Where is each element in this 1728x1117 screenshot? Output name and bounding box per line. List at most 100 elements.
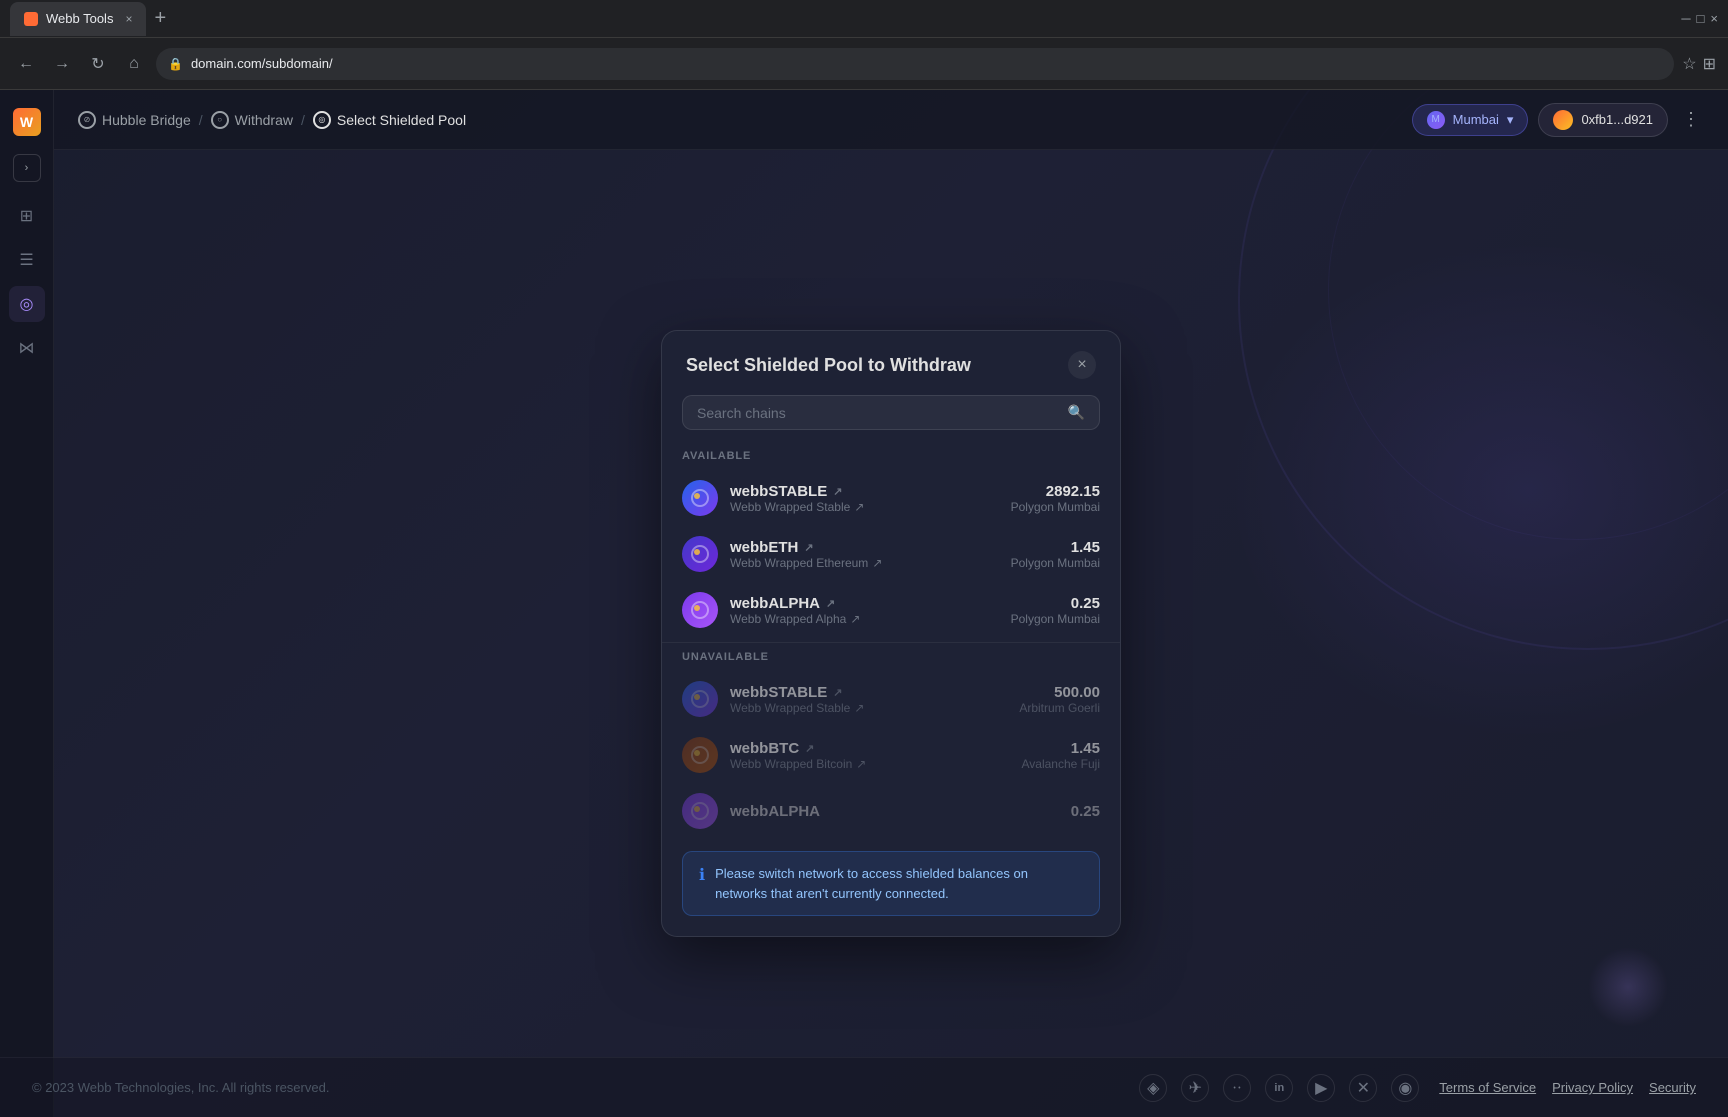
breadcrumb-hubble-bridge[interactable]: ⊘ Hubble Bridge	[78, 111, 191, 129]
tab-close-btn[interactable]: ×	[125, 12, 132, 26]
breadcrumb: ⊘ Hubble Bridge / ○ Withdraw / ◎ Select …	[78, 111, 466, 129]
sidebar: W › ⊞ ☰ ◎ ⋈	[0, 90, 54, 1117]
twitter-icon[interactable]: ✕	[1349, 1074, 1377, 1102]
pool-item-stable-unavailable[interactable]: webbSTABLE ↗ Webb Wrapped Stable ↗ 500.0…	[662, 671, 1120, 727]
info-text: Please switch network to access shielded…	[715, 864, 1083, 903]
breadcrumb-sep-1: /	[199, 112, 203, 128]
window-maximize[interactable]: □	[1697, 11, 1705, 26]
tab-label: Webb Tools	[46, 11, 113, 26]
select-pool-modal: Select Shielded Pool to Withdraw × 🔍 AVA…	[661, 330, 1121, 937]
footer-links: Terms of Service Privacy Policy Security	[1439, 1080, 1696, 1095]
search-box: 🔍	[682, 395, 1100, 430]
sidebar-item-bridge[interactable]: ◎	[9, 286, 45, 322]
active-tab[interactable]: Webb Tools ×	[10, 2, 146, 36]
browser-chrome: Webb Tools × + ─ □ ×	[0, 0, 1728, 38]
new-tab-btn[interactable]: +	[154, 7, 166, 30]
address-bar[interactable]: 🔒 domain.com/subdomain/	[156, 48, 1674, 80]
search-input[interactable]	[697, 405, 1058, 421]
footer-copyright: © 2023 Webb Technologies, Inc. All right…	[32, 1080, 329, 1095]
wallet-avatar	[1553, 110, 1573, 130]
eth-available-info: webbETH ↗ Webb Wrapped Ethereum ↗	[730, 539, 1011, 570]
alpha-available-amount: 0.25	[1011, 595, 1100, 612]
pool-item-eth-available[interactable]: webbETH ↗ Webb Wrapped Ethereum ↗ 1.45 P…	[662, 526, 1120, 582]
url-text: domain.com/subdomain/	[191, 56, 333, 71]
ext-link-icon-9: ↗	[805, 742, 814, 755]
divider	[662, 642, 1120, 643]
available-pool-list: webbSTABLE ↗ Webb Wrapped Stable ↗ 2892.…	[662, 470, 1120, 638]
terms-link[interactable]: Terms of Service	[1439, 1080, 1536, 1095]
github-icon[interactable]: ◉	[1391, 1074, 1419, 1102]
top-nav: ⊘ Hubble Bridge / ○ Withdraw / ◎ Select …	[54, 90, 1728, 150]
stable-available-balance: 2892.15 Polygon Mumbai	[1011, 483, 1100, 514]
breadcrumb-sep-2: /	[301, 112, 305, 128]
linkedin-icon[interactable]: in	[1265, 1074, 1293, 1102]
btc-icon	[682, 737, 718, 773]
telegram-icon[interactable]: ✈	[1181, 1074, 1209, 1102]
btc-unavail-subtitle: Webb Wrapped Bitcoin ↗	[730, 757, 1022, 771]
alpha-available-network: Polygon Mumbai	[1011, 612, 1100, 626]
more-options-btn[interactable]: ⋮	[1678, 105, 1704, 134]
network-selector-btn[interactable]: M Mumbai ▾	[1412, 104, 1529, 136]
eth-available-amount: 1.45	[1011, 539, 1100, 556]
available-section-label: AVAILABLE	[662, 446, 1120, 470]
bookmark-icon[interactable]: ☆	[1682, 54, 1696, 74]
wallet-btn[interactable]: 0xfb1...d921	[1538, 103, 1668, 137]
sidebar-item-grid[interactable]: ⊞	[9, 198, 45, 234]
select-pool-icon: ◎	[313, 111, 331, 129]
social-icons: ◈ ✈ in ▶ ✕ ◉	[1139, 1074, 1419, 1102]
breadcrumb-label-3: Select Shielded Pool	[337, 112, 466, 128]
info-banner: ℹ Please switch network to access shield…	[682, 851, 1100, 916]
btc-unavail-amount: 1.45	[1022, 740, 1101, 757]
window-minimize[interactable]: ─	[1681, 11, 1690, 26]
modal-header: Select Shielded Pool to Withdraw ×	[662, 331, 1120, 395]
stable-available-subtitle: Webb Wrapped Stable ↗	[730, 500, 1011, 514]
modal-overlay: Select Shielded Pool to Withdraw × 🔍 AVA…	[54, 150, 1728, 1117]
alpha-available-subtitle: Webb Wrapped Alpha ↗	[730, 612, 1011, 626]
nav-refresh[interactable]: ↻	[84, 50, 112, 78]
withdraw-icon: ○	[211, 111, 229, 129]
eth-available-subtitle: Webb Wrapped Ethereum ↗	[730, 556, 1011, 570]
sidebar-expand-btn[interactable]: ›	[13, 154, 41, 182]
gitbook-icon[interactable]: ◈	[1139, 1074, 1167, 1102]
alpha-unavail-balance: 0.25	[1071, 803, 1100, 820]
circle-icon: ◎	[20, 294, 34, 314]
nav-home[interactable]: ⌂	[120, 50, 148, 78]
stable-unavail-info: webbSTABLE ↗ Webb Wrapped Stable ↗	[730, 684, 1019, 715]
sidebar-item-mix[interactable]: ⋈	[9, 330, 45, 366]
alpha-unavail-icon	[682, 793, 718, 829]
modal-close-btn[interactable]: ×	[1068, 351, 1096, 379]
sidebar-item-document[interactable]: ☰	[9, 242, 45, 278]
pool-item-alpha-unavailable[interactable]: webbALPHA 0.25	[662, 783, 1120, 839]
pool-item-stable-available[interactable]: webbSTABLE ↗ Webb Wrapped Stable ↗ 2892.…	[662, 470, 1120, 526]
app-container: W › ⊞ ☰ ◎ ⋈ ⊘ Hubble Bridge / ○ Withdraw	[0, 90, 1728, 1117]
pool-item-alpha-available[interactable]: webbALPHA ↗ Webb Wrapped Alpha ↗ 0.25 Po…	[662, 582, 1120, 638]
breadcrumb-label-1: Hubble Bridge	[102, 112, 191, 128]
security-link[interactable]: Security	[1649, 1080, 1696, 1095]
youtube-icon[interactable]: ▶	[1307, 1074, 1335, 1102]
ext-link-icon-6: ↗	[850, 612, 860, 626]
stable-unavail-amount: 500.00	[1019, 684, 1100, 701]
document-icon: ☰	[19, 250, 33, 270]
footer-right: ◈ ✈ in ▶ ✕ ◉ Terms of Service Privacy Po…	[1139, 1074, 1696, 1102]
ext-link-icon-3: ↗	[804, 541, 813, 554]
eth-available-name: webbETH ↗	[730, 539, 1011, 556]
ext-link-icon-8: ↗	[854, 701, 864, 715]
btc-unavail-info: webbBTC ↗ Webb Wrapped Bitcoin ↗	[730, 740, 1022, 771]
nav-forward[interactable]: →	[48, 50, 76, 78]
discord-icon[interactable]	[1223, 1074, 1251, 1102]
footer: © 2023 Webb Technologies, Inc. All right…	[0, 1057, 1728, 1117]
privacy-link[interactable]: Privacy Policy	[1552, 1080, 1633, 1095]
ext-link-icon-5: ↗	[826, 597, 835, 610]
window-close[interactable]: ×	[1710, 11, 1718, 26]
breadcrumb-select-pool[interactable]: ◎ Select Shielded Pool	[313, 111, 466, 129]
nav-back[interactable]: ←	[12, 50, 40, 78]
wallet-address: 0xfb1...d921	[1581, 112, 1653, 127]
network-label: Mumbai	[1453, 112, 1499, 127]
top-nav-actions: M Mumbai ▾ 0xfb1...d921 ⋮	[1412, 103, 1704, 137]
info-icon: ℹ	[699, 865, 705, 885]
stable-unavail-balance: 500.00 Arbitrum Goerli	[1019, 684, 1100, 715]
breadcrumb-withdraw[interactable]: ○ Withdraw	[211, 111, 293, 129]
app-logo[interactable]: W	[11, 106, 43, 138]
pool-item-btc-unavailable[interactable]: webbBTC ↗ Webb Wrapped Bitcoin ↗ 1.45 Av…	[662, 727, 1120, 783]
extensions-icon[interactable]: ⊞	[1703, 54, 1716, 74]
